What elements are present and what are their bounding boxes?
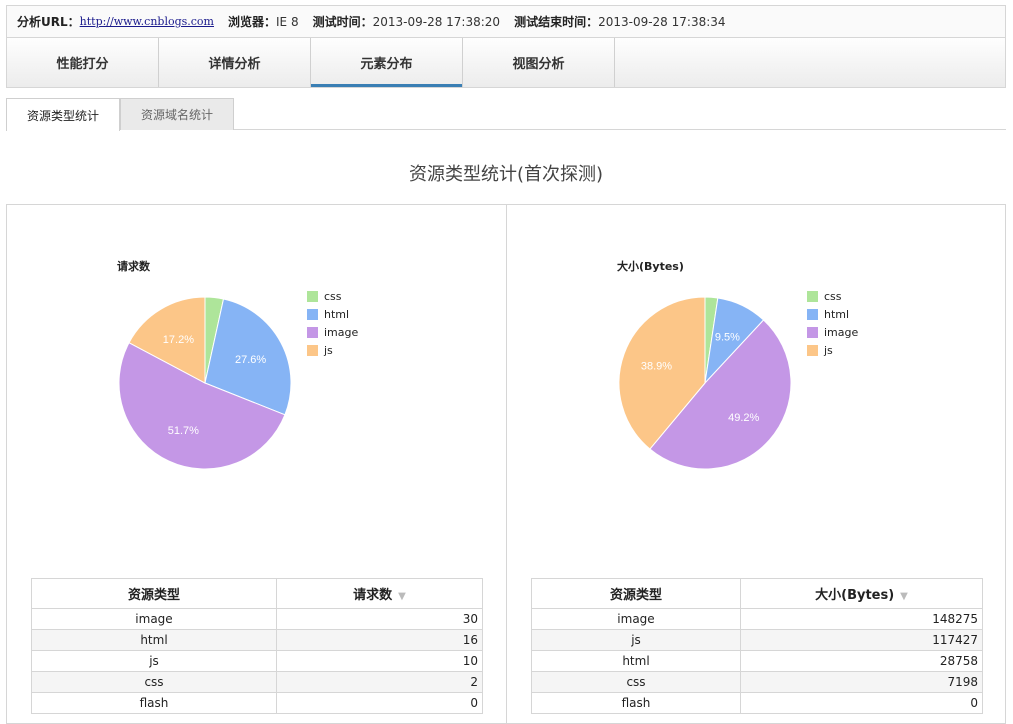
legend-swatch xyxy=(807,308,818,320)
tab-element-distribution[interactable]: 元素分布 xyxy=(311,38,463,87)
legend-label: image xyxy=(824,325,859,339)
table-row: image 148275 xyxy=(531,608,983,630)
cell-type: css xyxy=(531,671,741,693)
start-time-value: 2013-09-28 17:38:20 xyxy=(372,14,501,29)
table-row: flash 0 xyxy=(531,692,983,714)
legend-item-html[interactable]: html xyxy=(807,305,858,323)
size-table: 资源类型 大小(Bytes) ▼ image 148275 js 117427 htm… xyxy=(531,578,983,714)
sort-desc-icon: ▼ xyxy=(900,591,908,602)
requests-panel: 请求数 27.6% 51.7% 17.2% css html image js 资源类型 … xyxy=(7,205,506,723)
legend-swatch xyxy=(807,290,818,302)
requests-pie-chart: 27.6% 51.7% 17.2% xyxy=(118,296,292,470)
size-pie-chart: 9.5% 49.2% 38.9% xyxy=(618,296,792,470)
chart-title: 大小(Bytes) xyxy=(617,260,684,273)
pie-label-html: 27.6% xyxy=(235,354,266,366)
cell-value: 28758 xyxy=(740,650,983,672)
legend-label: css xyxy=(824,289,842,303)
col-header-type[interactable]: 资源类型 xyxy=(531,578,741,609)
legend-label: js xyxy=(324,343,333,357)
legend-label: js xyxy=(824,343,833,357)
cell-type: flash xyxy=(531,692,741,714)
legend-swatch xyxy=(307,344,318,356)
legend-label: html xyxy=(824,307,850,321)
chart-legend: css html image js xyxy=(307,287,358,359)
subtab-resource-domain[interactable]: 资源域名统计 xyxy=(120,98,235,130)
legend-swatch xyxy=(307,308,318,320)
legend-item-image[interactable]: image xyxy=(307,323,358,341)
url-link[interactable]: http://www.cnblogs.com xyxy=(80,15,214,28)
col-header-requests[interactable]: 请求数 ▼ xyxy=(276,578,483,609)
legend-item-css[interactable]: css xyxy=(807,287,858,305)
table-row: image 30 xyxy=(31,608,483,630)
table-row: css 7198 xyxy=(531,671,983,693)
test-info-bar: 分析URL： http://www.cnblogs.com 浏览器： IE 8 … xyxy=(6,5,1006,38)
table-row: js 117427 xyxy=(531,629,983,651)
legend-label: css xyxy=(324,289,342,303)
chart-legend: css html image js xyxy=(807,287,858,359)
cell-type: js xyxy=(531,629,741,651)
pie-label-js: 38.9% xyxy=(641,360,672,372)
end-time-label: 测试结束时间： xyxy=(514,15,599,29)
requests-table: 资源类型 请求数 ▼ image 30 html 16 js 10 css 2 flash… xyxy=(31,578,483,714)
legend-label: image xyxy=(324,325,359,339)
cell-value: 10 xyxy=(276,650,483,672)
tab-view-analysis[interactable]: 视图分析 xyxy=(463,38,615,87)
cell-type: html xyxy=(31,629,277,651)
subtab-resource-type[interactable]: 资源类型统计 xyxy=(6,98,121,131)
pie-label-image: 51.7% xyxy=(168,425,199,437)
browser-label: 浏览器： xyxy=(228,15,277,29)
cell-value: 16 xyxy=(276,629,483,651)
cell-type: html xyxy=(531,650,741,672)
tab-detail-analysis[interactable]: 详情分析 xyxy=(159,38,311,87)
pie-label-html: 9.5% xyxy=(715,332,740,344)
legend-label: html xyxy=(324,307,350,321)
table-row: js 10 xyxy=(31,650,483,672)
legend-item-css[interactable]: css xyxy=(307,287,358,305)
legend-item-html[interactable]: html xyxy=(307,305,358,323)
browser-value: IE 8 xyxy=(276,14,299,29)
cell-type: flash xyxy=(31,692,277,714)
cell-value: 0 xyxy=(276,692,483,714)
legend-swatch xyxy=(807,326,818,338)
legend-item-js[interactable]: js xyxy=(307,341,358,359)
cell-type: image xyxy=(531,608,741,630)
cell-type: css xyxy=(31,671,277,693)
main-tabs: 性能打分 详情分析 元素分布 视图分析 xyxy=(6,38,1006,88)
cell-value: 148275 xyxy=(740,608,983,630)
charts-container: 请求数 27.6% 51.7% 17.2% css html image js 资源类型 … xyxy=(6,204,1006,724)
table-row: html 16 xyxy=(31,629,483,651)
cell-value: 117427 xyxy=(740,629,983,651)
table-row: html 28758 xyxy=(531,650,983,672)
cell-type: js xyxy=(31,650,277,672)
size-panel: 大小(Bytes) 9.5% 49.2% 38.9% css html image js … xyxy=(506,205,1005,723)
col-header-size[interactable]: 大小(Bytes) ▼ xyxy=(740,578,983,609)
end-time-value: 2013-09-28 17:38:34 xyxy=(598,14,726,29)
legend-swatch xyxy=(307,326,318,338)
cell-value: 2 xyxy=(276,671,483,693)
table-row: css 2 xyxy=(31,671,483,693)
tab-performance-score[interactable]: 性能打分 xyxy=(7,38,159,87)
legend-swatch xyxy=(807,344,818,356)
col-header-type[interactable]: 资源类型 xyxy=(31,578,277,609)
pie-label-image: 49.2% xyxy=(728,412,759,424)
sub-tabs: 资源类型统计 资源域名统计 xyxy=(6,98,1006,131)
start-time-label: 测试时间： xyxy=(312,15,373,29)
chart-title: 请求数 xyxy=(117,260,150,273)
section-title: 资源类型统计(首次探测) xyxy=(408,164,604,185)
url-label: 分析URL： xyxy=(17,15,80,29)
cell-type: image xyxy=(31,608,277,630)
legend-swatch xyxy=(307,290,318,302)
cell-value: 7198 xyxy=(740,671,983,693)
legend-item-js[interactable]: js xyxy=(807,341,858,359)
sort-desc-icon: ▼ xyxy=(398,591,406,602)
pie-label-js: 17.2% xyxy=(163,334,194,346)
table-row: flash 0 xyxy=(31,692,483,714)
legend-item-image[interactable]: image xyxy=(807,323,858,341)
cell-value: 30 xyxy=(276,608,483,630)
cell-value: 0 xyxy=(740,692,983,714)
